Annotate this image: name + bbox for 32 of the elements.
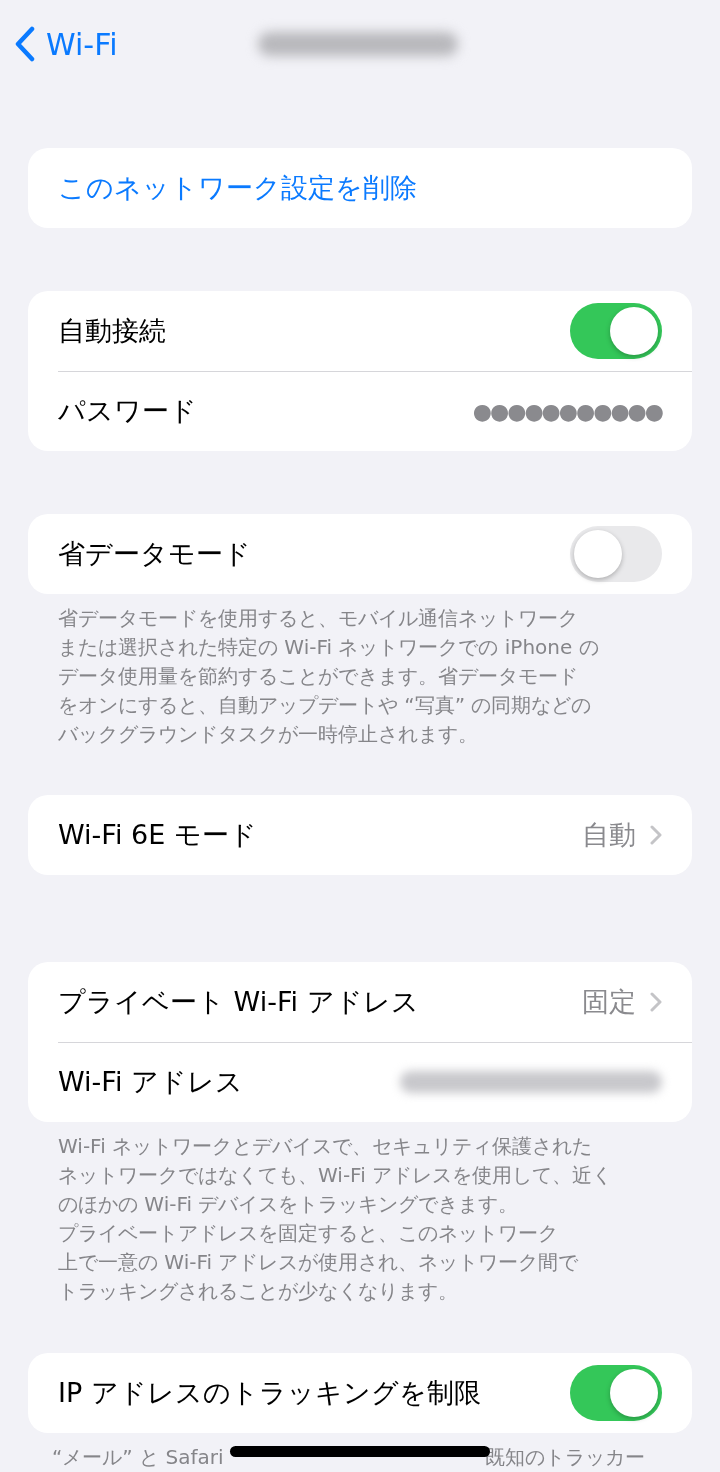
footer-note-line: トラッキングされることが少なくなります。 — [58, 1278, 458, 1305]
row-label: 省データモード — [58, 537, 252, 571]
footer-note-line: バックグラウンドタスクが一時停止されます。 — [58, 721, 478, 748]
row-label: 自動接続 — [58, 314, 167, 348]
back-button[interactable]: Wi-Fi — [14, 26, 118, 62]
password-dots: ●●●●●●●●●●● — [472, 398, 662, 424]
footer-note-line: プライベートアドレスを固定すると、このネットワーク — [58, 1220, 558, 1247]
back-chevron-icon — [14, 26, 36, 62]
row-label: パスワード — [58, 394, 198, 428]
row-value: 自動 — [582, 818, 636, 852]
footer-note-line: をオンにすると、自動アップデートや “写真” の同期などの — [58, 692, 592, 719]
settings-row[interactable]: Wi-Fi 6E モード 自動 — [28, 795, 692, 875]
footer-note-line: 省データモードを使用すると、モバイル通信ネットワーク — [58, 605, 578, 632]
chevron-right-icon — [650, 825, 662, 845]
row-label: Wi-Fi アドレス — [58, 1065, 244, 1099]
footer-note-line: Wi-Fi ネットワークとデバイスで、セキュリティ保護された — [58, 1133, 593, 1160]
footer-note-line: ネットワークではなくても、Wi-Fi アドレスを使用して、近く — [58, 1162, 613, 1189]
delete-network-button[interactable]: このネットワーク設定を削除 — [58, 170, 662, 206]
footer-note-line: のほかの Wi-Fi デバイスをトラッキングできます。 — [58, 1191, 519, 1218]
row-value: 固定 — [582, 985, 636, 1019]
footer-note: “メール” と Safari — [52, 1444, 224, 1471]
toggle-switch[interactable] — [570, 526, 662, 582]
row-label: IP アドレスのトラッキングを制限 — [58, 1376, 482, 1410]
toggle-switch[interactable] — [570, 303, 662, 359]
chevron-right-icon — [650, 992, 662, 1012]
settings-row[interactable]: プライベート Wi-Fi アドレス 固定 — [28, 962, 692, 1042]
row-label: プライベート Wi-Fi アドレス — [58, 985, 420, 1019]
footer-note-line: または選択された特定の Wi-Fi ネットワークでの iPhone の — [58, 634, 599, 661]
footer-note-line: データ使用量を節約することができます。省データモード — [58, 663, 578, 690]
row-label: Wi-Fi 6E モード — [58, 818, 258, 852]
toggle-switch[interactable] — [570, 1365, 662, 1421]
footer-note-line: 上で一意の Wi-Fi アドレスが使用され、ネットワーク間で — [58, 1249, 579, 1276]
